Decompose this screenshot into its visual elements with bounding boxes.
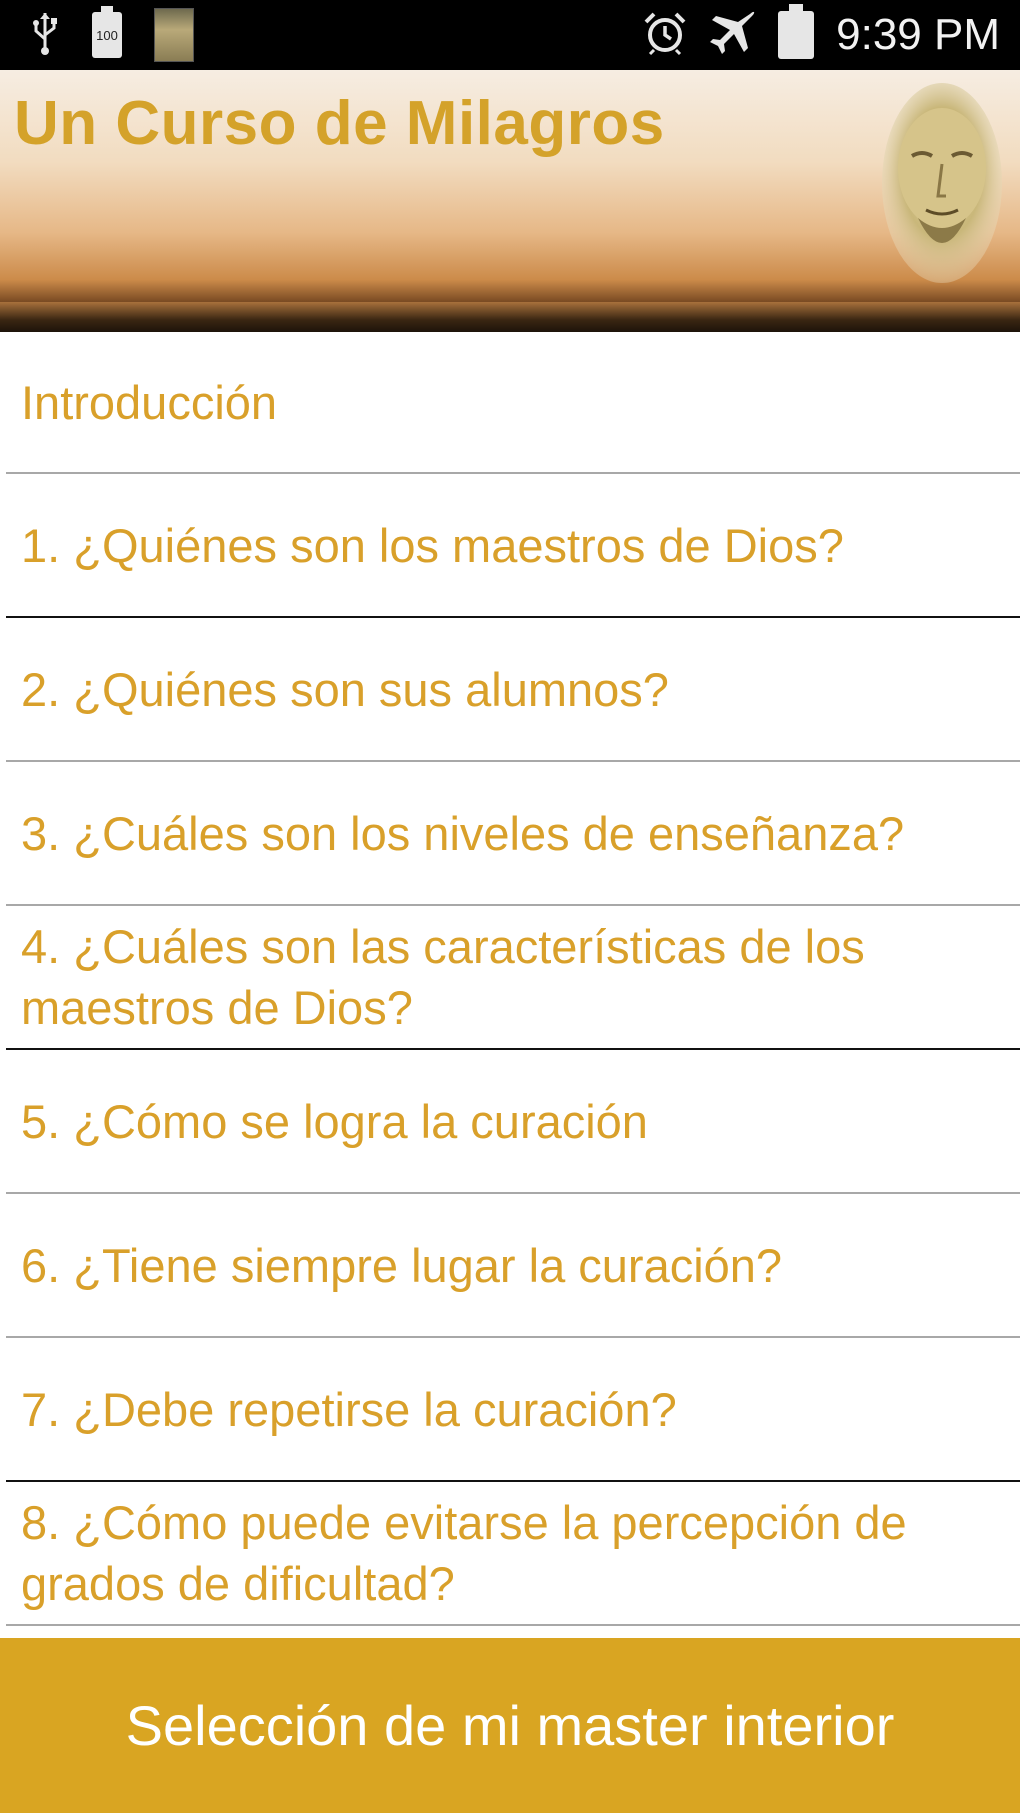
header-banner: Un Curso de Milagros	[0, 70, 1020, 332]
battery-icon: 100	[92, 6, 122, 58]
battery-full-icon	[778, 4, 815, 59]
status-bar-right: 9:39 PM	[620, 4, 1000, 61]
list-item-chapter-6[interactable]: 6. ¿Tiene siempre lugar la curación?	[6, 1194, 1020, 1338]
alarm-icon	[642, 10, 688, 61]
face-portrait-icon	[882, 83, 1002, 283]
usb-icon	[30, 11, 60, 60]
list-item-chapter-1[interactable]: 1. ¿Quiénes son los maestros de Dios?	[6, 474, 1020, 618]
list-item-chapter-3[interactable]: 3. ¿Cuáles son los niveles de enseñanza?	[6, 762, 1020, 906]
select-inner-master-button[interactable]: Selección de mi master interior	[0, 1638, 1020, 1813]
status-bar-left: 100	[30, 6, 226, 62]
list-item-chapter-7[interactable]: 7. ¿Debe repetirse la curación?	[6, 1338, 1020, 1482]
app-notification-icon	[154, 8, 194, 62]
list-item-chapter-4[interactable]: 4. ¿Cuáles son las características de lo…	[6, 906, 1020, 1050]
battery-level-label: 100	[96, 27, 118, 43]
list-item-chapter-5[interactable]: 5. ¿Cómo se logra la curación	[6, 1050, 1020, 1194]
chapter-list: Introducción 1. ¿Quiénes son los maestro…	[6, 332, 1020, 1626]
status-bar: 100 9:39 PM	[0, 0, 1020, 70]
banner-horizon	[0, 302, 1020, 332]
airplane-mode-icon	[710, 10, 756, 61]
list-item-chapter-8[interactable]: 8. ¿Cómo puede evitarse la percepción de…	[6, 1482, 1020, 1626]
app-title: Un Curso de Milagros	[14, 89, 665, 158]
clock: 9:39 PM	[836, 10, 1000, 59]
list-item-introduction[interactable]: Introducción	[6, 332, 1020, 474]
list-item-chapter-2[interactable]: 2. ¿Quiénes son sus alumnos?	[6, 618, 1020, 762]
